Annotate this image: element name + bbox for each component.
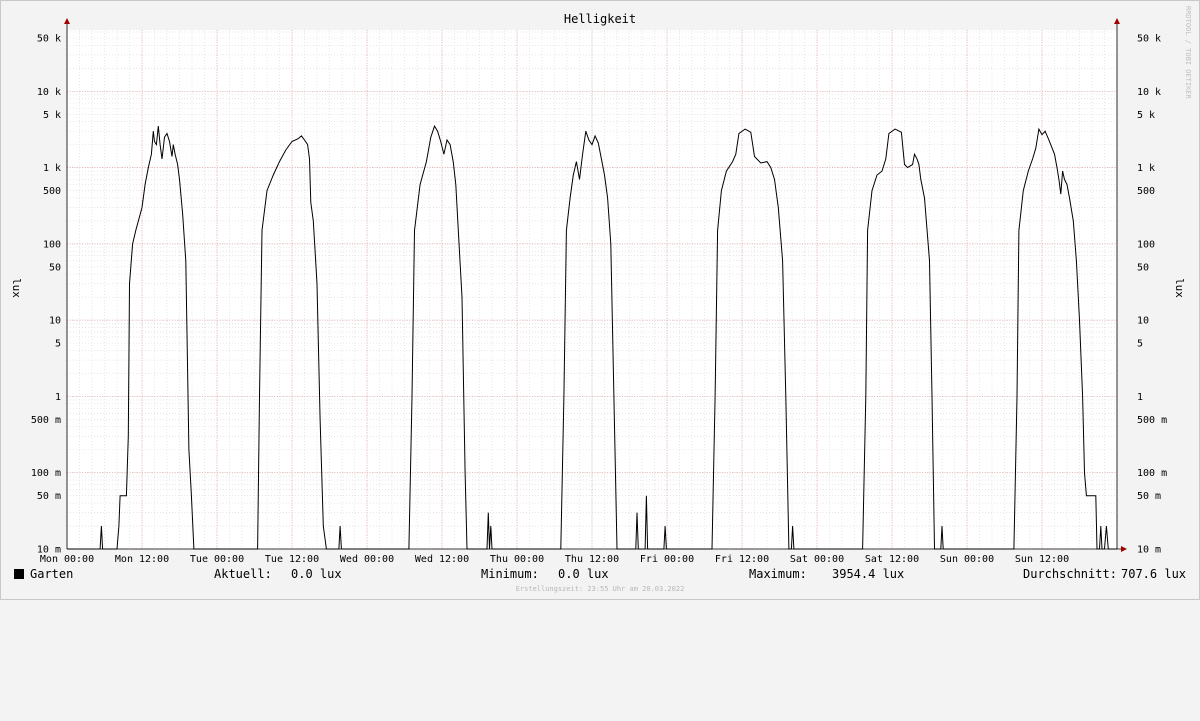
legend-average-value: 707.6 lux: [1121, 567, 1187, 581]
legend-current-label: Aktuell:: [214, 567, 272, 581]
y-tick-label-right: 1: [1137, 392, 1143, 403]
legend-current-value: 0.0 lux: [291, 567, 342, 581]
x-axis-arrow: [1121, 546, 1127, 552]
y-tick-label-left: 50 k: [37, 34, 61, 45]
y-tick-label-right: 500: [1137, 186, 1155, 197]
legend-minimum-value: 0.0 lux: [558, 567, 609, 581]
y-tick-label-left: 1 k: [43, 163, 61, 174]
x-tick-label: Tue 12:00: [265, 554, 319, 565]
chart-title: Helligkeit: [564, 12, 636, 26]
y-axis-right-arrow: [1114, 18, 1120, 24]
x-tick-label: Mon 12:00: [115, 554, 169, 565]
y-tick-label-right: 50: [1137, 262, 1149, 273]
y-tick-label-left: 50 m: [37, 491, 61, 502]
x-tick-label: Thu 12:00: [565, 554, 619, 565]
y-tick-label-left: 10 k: [37, 87, 61, 98]
y-tick-label-right: 500 m: [1137, 415, 1167, 426]
y-tick-label-left: 100: [43, 239, 61, 250]
y-axis-label-right: lux: [1173, 278, 1186, 298]
y-tick-labels-left: 50 k 10 k 5 k 1 k 500 100 50 10 5 1 500 m 100 m 50 m…: [31, 34, 61, 556]
y-tick-label-right: 5: [1137, 339, 1143, 350]
y-tick-label-right: 1 k: [1137, 163, 1155, 174]
y-tick-label-left: 1: [55, 392, 61, 403]
y-tick-label-right: 10: [1137, 316, 1149, 327]
y-tick-label-left: 500 m: [31, 415, 61, 426]
x-tick-label: Sat 12:00: [865, 554, 919, 565]
legend-average-label: Durchschnitt:: [1023, 567, 1117, 581]
x-tick-label: Wed 00:00: [340, 554, 394, 565]
y-axis-left-arrow: [64, 18, 70, 24]
legend: Garten Aktuell: 0.0 lux Minimum: 0.0 lux…: [14, 567, 1186, 583]
x-tick-label: Mon 00:00: [40, 554, 94, 565]
y-tick-label-right: 100 m: [1137, 468, 1167, 479]
legend-maximum-value: 3954.4 lux: [832, 567, 905, 581]
legend-series-name: Garten: [30, 567, 74, 581]
y-tick-label-right: 50 m: [1137, 491, 1161, 502]
x-tick-label: Wed 12:00: [415, 554, 469, 565]
y-tick-label-left: 5 k: [43, 110, 61, 121]
brightness-chart: 50 k 10 k 5 k 1 k 500 100 50 10 5 1 500 m 100 m 50 m…: [10, 6, 1192, 565]
y-tick-label-right: 50 k: [1137, 34, 1161, 45]
x-tick-label: Fri 12:00: [715, 554, 769, 565]
y-tick-label-left: 500: [43, 186, 61, 197]
x-tick-label: Sun 12:00: [1015, 554, 1069, 565]
y-axis-label-left: lux: [10, 278, 23, 298]
creation-timestamp: Erstellungszeit: 23:55 Uhr am 20.03.2022: [515, 585, 685, 593]
x-tick-label: Fri 00:00: [640, 554, 694, 565]
legend-maximum-label: Maximum:: [749, 567, 807, 581]
y-tick-labels-right: 50 k 10 k 5 k 1 k 500 100 50 10 5 1 500 m 100 m 50 m…: [1137, 34, 1167, 556]
y-tick-label-right: 100: [1137, 239, 1155, 250]
x-tick-label: Thu 00:00: [490, 554, 544, 565]
x-tick-label: Tue 00:00: [190, 554, 244, 565]
x-tick-label: Sun 00:00: [940, 554, 994, 565]
legend-minimum-label: Minimum:: [481, 567, 539, 581]
y-tick-label-right: 10 m: [1137, 545, 1161, 556]
x-tick-label: Sat 00:00: [790, 554, 844, 565]
y-tick-label-left: 100 m: [31, 468, 61, 479]
y-tick-label-left: 5: [55, 339, 61, 350]
y-tick-label-right: 10 k: [1137, 87, 1161, 98]
legend-swatch-garten: [14, 569, 24, 579]
y-tick-label-left: 10: [49, 316, 61, 327]
y-tick-label-left: 50: [49, 262, 61, 273]
rrdtool-watermark: RRDTOOL / TOBI OETIKER: [1184, 6, 1192, 100]
y-tick-label-right: 5 k: [1137, 110, 1155, 121]
x-tick-labels: Mon 00:00 Mon 12:00 Tue 00:00 Tue 12:00 Wed …: [40, 554, 1069, 565]
